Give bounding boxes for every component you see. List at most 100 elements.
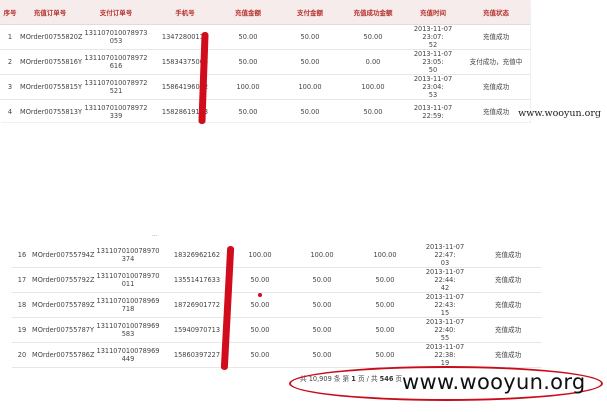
amount: 100.00 xyxy=(218,74,278,100)
order-status-text: 充值成功 xyxy=(494,351,522,359)
order-time-text: 2013-11-07 22:40: xyxy=(425,318,465,334)
order-status: 充值成功 xyxy=(474,342,542,368)
order-time: 2013-11-07 22:44: 42 xyxy=(416,267,474,293)
order-time-text: 2013-11-07 22:43: xyxy=(425,293,465,309)
row-no: 18 xyxy=(12,292,32,318)
order-status-text: 充值成功 xyxy=(494,251,522,259)
pay-order-id-text: 718 xyxy=(121,305,135,313)
paid-amount-text: 50.00 xyxy=(300,33,320,41)
order-id-text: MOrder00755792Z xyxy=(32,276,95,284)
table-row: 16 MOrder00755794Z 131107010078970 374 18326… xyxy=(12,243,542,268)
order-time-text: 2013-11-07 22:44: xyxy=(425,268,465,284)
table-row: 3 MOrder00755815Y 131107010078972 521 158641… xyxy=(0,74,530,100)
amount: 50.00 xyxy=(230,342,290,368)
order-status: 充值成功 xyxy=(462,74,530,100)
order-time-text: 2013-11-07 23:05: xyxy=(413,50,453,66)
paid-amount: 50.00 xyxy=(278,24,342,50)
order-time: 2013-11-07 22:38: 19 xyxy=(416,342,474,368)
paid-amount: 50.00 xyxy=(278,99,342,122)
pay-order-id-text: 053 xyxy=(109,37,123,45)
col-header-paid: 支付金额 xyxy=(278,0,342,25)
success-amount-text: 50.00 xyxy=(375,351,395,359)
paid-amount: 50.00 xyxy=(278,49,342,75)
order-id: MOrder00755786Z xyxy=(32,342,95,368)
col-header-order: 充值订单号 xyxy=(20,0,80,25)
amount-text: 50.00 xyxy=(238,33,258,41)
success-amount-text: 100.00 xyxy=(373,251,397,259)
success-amount: 50.00 xyxy=(342,99,404,122)
phone-number-text: 15860397227 xyxy=(173,351,221,359)
order-id: MOrder00755789Z xyxy=(32,292,95,318)
pay-order-id-text: 011 xyxy=(121,280,135,288)
paid-amount: 50.00 xyxy=(290,292,354,318)
order-time-text: 50 xyxy=(428,66,438,74)
row-no: 17 xyxy=(12,267,32,293)
success-amount: 50.00 xyxy=(354,317,416,343)
pay-order-id-text: 339 xyxy=(109,112,123,120)
orders-table-top: 序号 充值订单号 支付订单号 手机号 充值金额 支付金额 充值成功金额 充值时间… xyxy=(0,0,530,122)
amount-text: 50.00 xyxy=(238,58,258,66)
success-amount-text: 50.00 xyxy=(375,301,395,309)
pay-order-id: 131107010078973 053 xyxy=(80,24,152,50)
order-status-text: 充值成功 xyxy=(494,326,522,334)
amount: 100.00 xyxy=(230,243,290,268)
amount: 50.00 xyxy=(218,99,278,122)
phone-number: 13551417633 xyxy=(164,267,230,293)
success-amount: 50.00 xyxy=(354,292,416,318)
order-time: 2013-11-07 23:04: 53 xyxy=(404,74,462,100)
phone-number: 15828619153 xyxy=(152,99,218,122)
phone-number: 18726901772 xyxy=(164,292,230,318)
pay-order-id-text: 131107010078970 xyxy=(96,247,160,255)
order-time: 2013-11-07 22:59: xyxy=(404,99,462,122)
order-status-text: 充值成功 xyxy=(494,301,522,309)
table-row: 2 MOrder00755816Y 131107010078972 616 158343… xyxy=(0,49,530,75)
success-amount: 0.00 xyxy=(342,49,404,75)
phone-number: 15864196092 xyxy=(152,74,218,100)
row-no-text: 4 xyxy=(7,108,13,116)
pay-order-id-text: 521 xyxy=(109,87,123,95)
orders-table-top-panel: 序号 充值订单号 支付订单号 手机号 充值金额 支付金额 充值成功金额 充值时间… xyxy=(0,0,530,122)
paid-amount-text: 50.00 xyxy=(300,108,320,116)
amount: 50.00 xyxy=(230,267,290,293)
pay-order-id: 131107010078969 718 xyxy=(92,292,164,318)
row-no-text: 3 xyxy=(7,83,13,91)
paid-amount-text: 100.00 xyxy=(310,251,334,259)
phone-number: 15834375004 xyxy=(152,49,218,75)
pay-order-id: 131107010078972 521 xyxy=(80,74,152,100)
phone-number-text: 15864196092 xyxy=(161,83,209,91)
order-id-text: MOrder00755789Z xyxy=(32,301,95,309)
amount-text: 100.00 xyxy=(248,251,272,259)
order-time-text: 2013-11-07 22:47: xyxy=(425,243,465,259)
pay-order-id-text: 131107010078969 xyxy=(96,297,160,305)
paid-amount: 100.00 xyxy=(278,74,342,100)
pay-order-id-text: 374 xyxy=(121,255,135,263)
phone-number-text: 18726901772 xyxy=(173,301,221,309)
row-fragment: ··· xyxy=(152,233,158,240)
pay-order-id-text: 131107010078969 xyxy=(96,347,160,355)
paid-amount: 100.00 xyxy=(290,243,354,268)
success-amount-text: 50.00 xyxy=(375,326,395,334)
order-id: MOrder00755815Y xyxy=(20,74,82,100)
order-time: 2013-11-07 23:07: 52 xyxy=(404,24,462,50)
order-time-text: 55 xyxy=(440,334,450,342)
pay-order-id-text: 616 xyxy=(109,62,123,70)
pay-order-id-text: 131107010078972 xyxy=(84,104,148,112)
row-no: 16 xyxy=(12,243,32,268)
orders-table-bottom-panel: ··· 16 MOrder00755794Z 131107010078970 374 1… xyxy=(12,229,542,371)
success-amount: 50.00 xyxy=(342,24,404,50)
col-header-no: 序号 xyxy=(0,0,20,25)
col-header-success-amount: 充值成功金额 xyxy=(342,0,404,25)
order-id: MOrder00755787Y xyxy=(32,317,94,343)
order-time-text: 52 xyxy=(428,41,438,49)
order-status: 充值成功 xyxy=(462,24,530,50)
pay-order-id: 131107010078972 339 xyxy=(80,99,152,122)
phone-number-text: 18326962162 xyxy=(173,251,221,259)
col-header-amount: 充值金额 xyxy=(218,0,278,25)
watermark-large: www.wooyun.org xyxy=(402,370,586,394)
paid-amount-text: 100.00 xyxy=(298,83,322,91)
table-row: 4 MOrder00755813Y 131107010078972 339 158286… xyxy=(0,99,530,122)
paid-amount: 50.00 xyxy=(290,267,354,293)
pay-order-id-text: 449 xyxy=(121,355,135,363)
success-amount-text: 50.00 xyxy=(363,108,383,116)
paid-amount-text: 50.00 xyxy=(312,351,332,359)
